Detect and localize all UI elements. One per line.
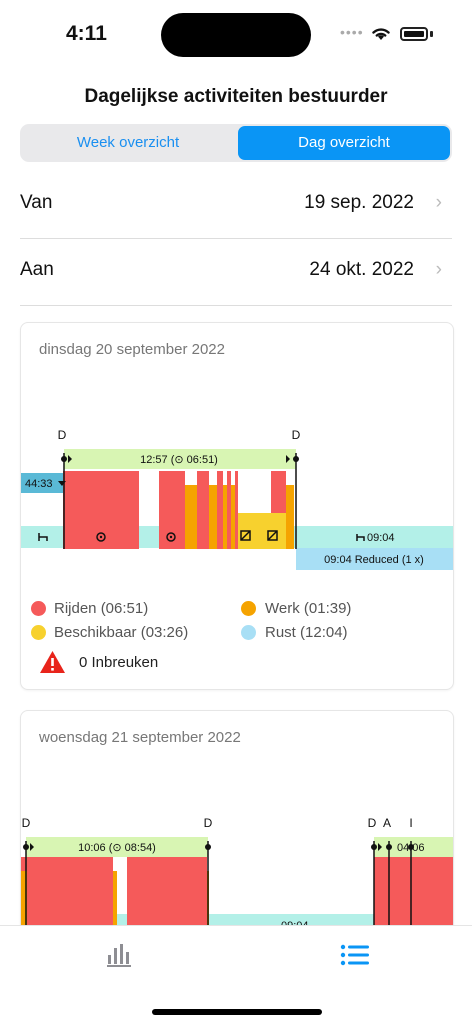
legend-available: Beschikbaar (03:26) xyxy=(54,624,189,641)
card-date: woensdag 21 september 2022 xyxy=(39,729,241,746)
signal-icon: •••• xyxy=(340,24,364,40)
to-label: Aan xyxy=(20,259,54,280)
activity-marker-i: I xyxy=(409,816,412,830)
from-value: 19 sep. 2022 xyxy=(304,192,414,213)
tab-day-overview[interactable]: Dag overzicht xyxy=(238,126,450,160)
chevron-right-icon: › xyxy=(435,192,442,213)
legend-available-dot xyxy=(31,625,46,640)
activity-timeline: D D D A I 10:06 (⊙ 08:54) 04:06 09:04 xyxy=(21,816,453,937)
wifi-icon xyxy=(372,28,390,40)
activity-timeline: D D 12:57 (⊙ 06:51) 44:33 09:04 09:04 Re… xyxy=(21,428,453,570)
day-card[interactable]: woensdag 21 september 2022 D D D A I 10:… xyxy=(20,710,454,952)
shift-duration-label: 12:57 (⊙ 06:51) xyxy=(140,454,218,466)
driver-marker-start: D xyxy=(58,428,67,442)
reduced-rest-label: 09:04 Reduced (1 x) xyxy=(324,554,424,566)
status-bar: 4:11 •••• xyxy=(0,0,472,70)
from-date-row[interactable]: Van 19 sep. 2022 › xyxy=(20,172,452,239)
legend-rest: Rust (12:04) xyxy=(265,624,348,641)
list-icon[interactable] xyxy=(340,944,370,966)
rest-duration-label: 09:04 xyxy=(367,532,395,544)
infractions-count: 0 Inbreuken xyxy=(79,654,159,671)
legend-work-dot xyxy=(241,601,256,616)
view-segmented-control: Week overzicht Dag overzicht xyxy=(20,124,452,162)
driver-marker-end: D xyxy=(292,428,301,442)
day-card[interactable]: dinsdag 20 september 2022 D D 12:57 (⊙ 0… xyxy=(20,322,454,690)
home-indicator xyxy=(152,1009,322,1015)
chevron-right-icon: › xyxy=(435,259,442,280)
warning-icon xyxy=(40,651,65,673)
dynamic-island xyxy=(161,13,311,57)
status-time: 4:11 xyxy=(66,22,107,45)
page-title: Dagelijkse activiteiten bestuurder xyxy=(84,86,388,107)
from-label: Van xyxy=(20,192,53,213)
legend-driving: Rijden (06:51) xyxy=(54,600,149,617)
to-value: 24 okt. 2022 xyxy=(309,259,414,280)
driver-marker-start: D xyxy=(22,816,31,830)
bar-chart-icon[interactable] xyxy=(106,942,132,968)
shift-duration-label: 10:06 (⊙ 08:54) xyxy=(78,842,156,854)
driver-marker-end: D xyxy=(204,816,213,830)
driver-marker-second: D xyxy=(368,816,377,830)
activity-marker-a: A xyxy=(383,816,391,830)
to-date-row[interactable]: Aan 24 okt. 2022 › xyxy=(20,239,452,306)
legend-driving-dot xyxy=(31,601,46,616)
tab-week-overview[interactable]: Week overzicht xyxy=(22,126,234,160)
weekly-tag-label: 44:33 xyxy=(25,478,53,490)
shift2-duration-label: 04:06 xyxy=(397,842,425,854)
battery-tip xyxy=(430,31,433,37)
legend-rest-dot xyxy=(241,625,256,640)
card-date: dinsdag 20 september 2022 xyxy=(39,341,225,358)
legend-work: Werk (01:39) xyxy=(265,600,352,617)
battery-icon xyxy=(400,27,428,41)
